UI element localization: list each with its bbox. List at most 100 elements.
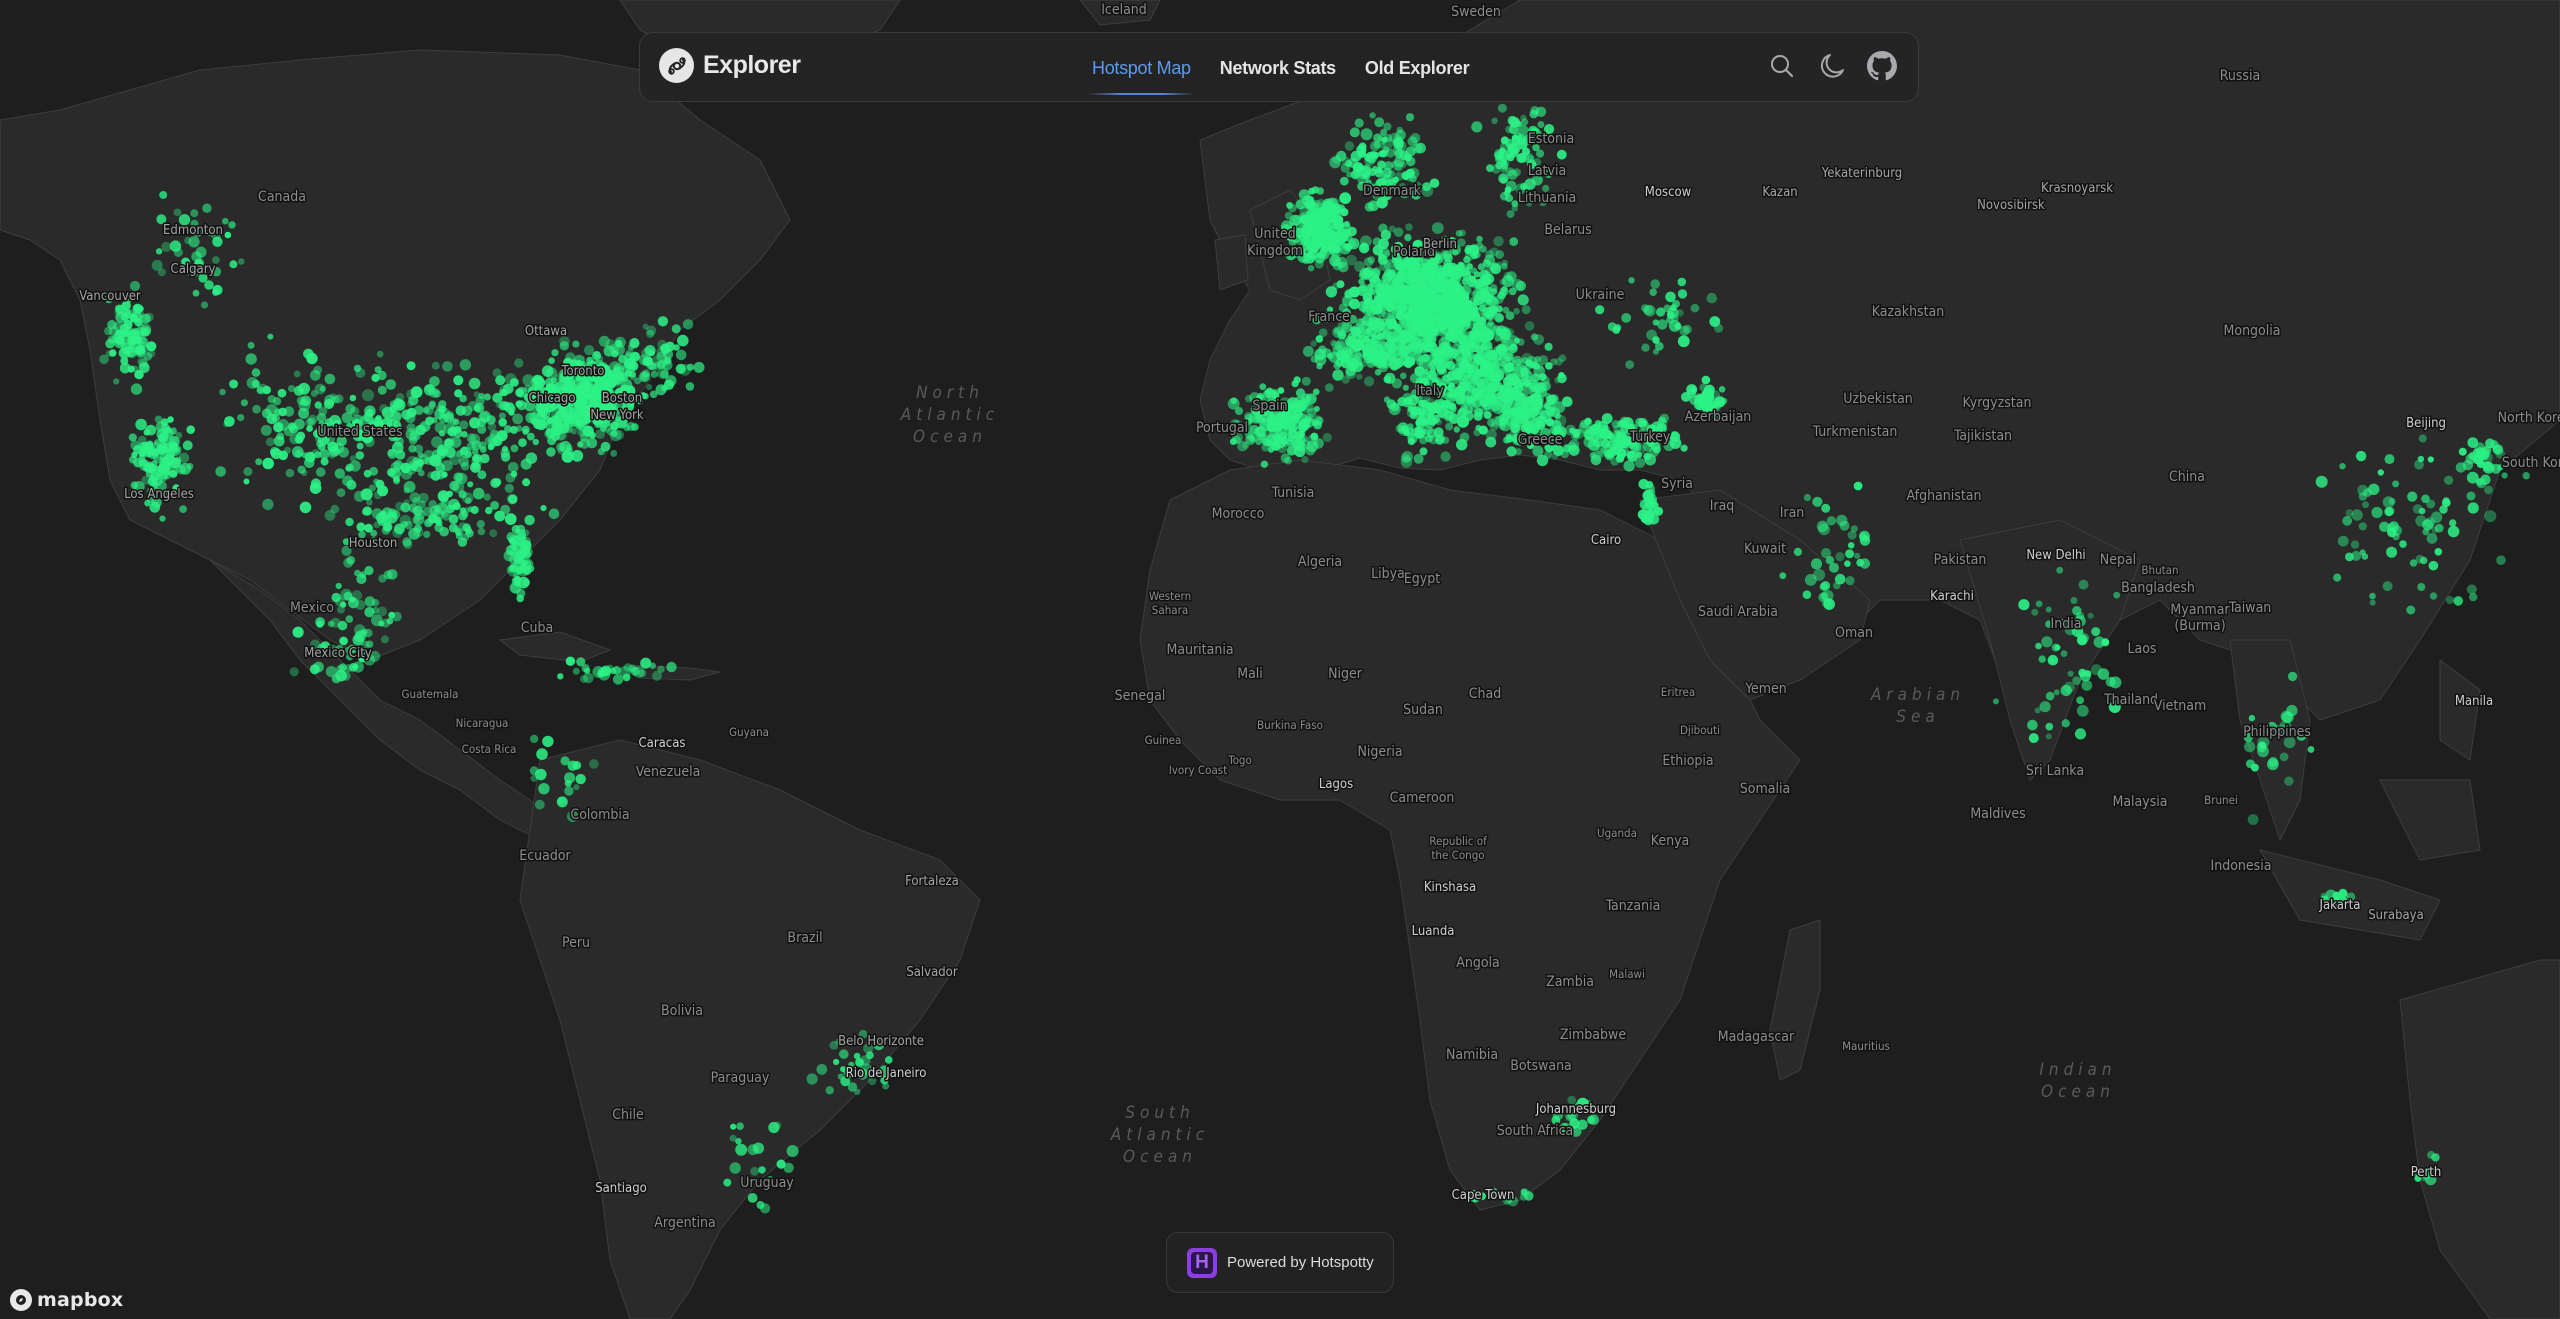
hotspot-dot[interactable]: [500, 504, 511, 515]
hotspot-dot[interactable]: [666, 661, 677, 673]
hotspot-dot[interactable]: [1677, 335, 1690, 348]
hotspot-dot[interactable]: [113, 321, 124, 332]
hotspot-dot[interactable]: [1405, 223, 1413, 231]
hotspot-dot[interactable]: [1538, 373, 1547, 382]
hotspot-dot[interactable]: [2439, 505, 2448, 514]
hotspot-dot[interactable]: [413, 527, 424, 538]
hotspot-dot[interactable]: [441, 460, 453, 472]
hotspot-dot[interactable]: [1383, 375, 1392, 384]
moon-icon[interactable]: [1816, 50, 1848, 82]
hotspot-dot[interactable]: [470, 505, 479, 515]
hotspot-dot[interactable]: [2466, 491, 2476, 501]
hotspot-dot[interactable]: [353, 490, 366, 502]
hotspot-dot[interactable]: [515, 388, 525, 398]
hotspot-dot[interactable]: [449, 480, 460, 491]
hotspot-dot[interactable]: [1472, 306, 1480, 313]
hotspot-dot[interactable]: [140, 327, 150, 337]
hotspot-dot[interactable]: [273, 435, 285, 447]
hotspot-dot[interactable]: [1485, 345, 1494, 353]
hotspot-dot[interactable]: [364, 405, 376, 418]
hotspot-dot[interactable]: [1316, 363, 1323, 370]
hotspot-dot[interactable]: [679, 363, 691, 376]
hotspot-dot[interactable]: [219, 388, 226, 396]
hotspot-dot[interactable]: [825, 1086, 834, 1095]
hotspot-dot[interactable]: [1332, 369, 1344, 381]
hotspot-dot[interactable]: [339, 636, 348, 646]
hotspot-dot[interactable]: [2392, 480, 2400, 488]
hotspot-dot[interactable]: [2070, 597, 2078, 604]
hotspot-dot[interactable]: [1473, 271, 1481, 278]
hotspot-dot[interactable]: [343, 557, 354, 568]
hotspot-dot[interactable]: [1401, 263, 1409, 270]
hotspot-dot[interactable]: [1431, 222, 1444, 235]
hotspot-dot[interactable]: [1488, 262, 1499, 272]
hotspot-dot[interactable]: [1440, 451, 1451, 462]
hotspot-dot[interactable]: [1367, 256, 1376, 264]
hotspot-dot[interactable]: [1374, 168, 1384, 178]
hotspot-dot[interactable]: [143, 429, 151, 436]
hotspot-dot[interactable]: [1380, 229, 1392, 241]
hotspot-dot[interactable]: [1844, 560, 1851, 567]
hotspot-dot[interactable]: [1428, 359, 1439, 370]
hotspot-dot[interactable]: [123, 326, 134, 337]
hotspot-dot[interactable]: [462, 492, 474, 504]
hotspot-dot[interactable]: [561, 422, 568, 429]
hotspot-dot[interactable]: [1585, 417, 1592, 425]
hotspot-dot[interactable]: [1382, 167, 1392, 178]
hotspot-dot[interactable]: [330, 504, 340, 514]
hotspot-dot[interactable]: [1230, 397, 1238, 405]
hotspot-dot[interactable]: [393, 460, 404, 470]
hotspot-dot[interactable]: [1460, 358, 1470, 369]
hotspot-dot[interactable]: [1483, 376, 1490, 383]
hotspot-dot[interactable]: [1626, 450, 1635, 460]
hotspot-dot[interactable]: [2417, 455, 2425, 463]
hotspot-dot[interactable]: [186, 462, 194, 470]
hotspot-dot[interactable]: [498, 418, 508, 427]
hotspot-dot[interactable]: [2072, 606, 2082, 616]
hotspot-dot[interactable]: [2418, 434, 2427, 443]
hotspot-dot[interactable]: [2045, 691, 2055, 701]
hotspot-dot[interactable]: [509, 548, 518, 557]
hotspot-dot[interactable]: [477, 527, 486, 536]
hotspot-dot[interactable]: [410, 386, 423, 399]
hotspot-dot[interactable]: [1422, 293, 1431, 302]
hotspot-dot[interactable]: [345, 403, 356, 414]
hotspot-dot[interactable]: [1386, 272, 1394, 280]
hotspot-dot[interactable]: [650, 370, 659, 378]
hotspot-dot[interactable]: [1369, 112, 1376, 119]
hotspot-dot[interactable]: [363, 469, 372, 478]
hotspot-dot[interactable]: [1669, 437, 1682, 449]
hotspot-dot[interactable]: [130, 383, 143, 395]
hotspot-dot[interactable]: [1514, 378, 1524, 388]
hotspot-dot[interactable]: [580, 675, 588, 683]
hotspot-dot[interactable]: [2248, 714, 2256, 722]
hotspot-dot[interactable]: [1313, 438, 1324, 449]
hotspot-dot[interactable]: [1515, 280, 1527, 292]
hotspot-dot[interactable]: [1459, 432, 1470, 443]
hotspot-dot[interactable]: [514, 358, 524, 368]
hotspot-dot[interactable]: [576, 657, 586, 667]
hotspot-dot[interactable]: [1323, 235, 1334, 245]
hotspot-dot[interactable]: [431, 449, 442, 460]
hotspot-dot[interactable]: [255, 458, 263, 466]
hotspot-dot[interactable]: [2072, 676, 2082, 685]
hotspot-dot[interactable]: [349, 394, 357, 402]
hotspot-dot[interactable]: [1646, 329, 1657, 341]
hotspot-dot[interactable]: [455, 405, 466, 416]
hotspot-dot[interactable]: [2061, 719, 2070, 728]
hotspot-dot[interactable]: [147, 476, 158, 487]
hotspot-dot[interactable]: [292, 626, 304, 638]
hotspot-dot[interactable]: [1416, 407, 1427, 418]
hotspot-dot[interactable]: [368, 484, 376, 492]
hotspot-dot[interactable]: [169, 469, 178, 478]
hotspot-dot[interactable]: [252, 404, 261, 414]
hotspot-dot[interactable]: [387, 448, 395, 457]
hotspot-dot[interactable]: [324, 373, 336, 385]
hotspot-dot[interactable]: [1644, 304, 1656, 317]
hotspot-dot[interactable]: [1574, 428, 1585, 439]
hotspot-dot[interactable]: [224, 231, 232, 239]
hotspot-dot[interactable]: [1304, 195, 1315, 206]
hotspot-dot[interactable]: [297, 465, 306, 474]
hotspot-dot[interactable]: [2468, 451, 2477, 461]
hotspot-dot[interactable]: [548, 508, 560, 520]
